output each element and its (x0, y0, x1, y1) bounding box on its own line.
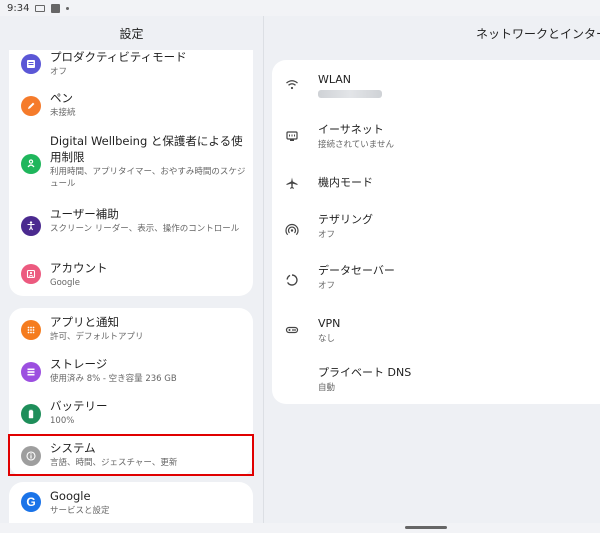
gesture-handle[interactable] (405, 526, 447, 529)
system-highlight-box (8, 434, 254, 476)
settings-item-subtitle: 使用済み 8% - 空き容量 236 GB (50, 374, 177, 384)
navigation-bar (0, 523, 600, 533)
settings-item-title: ユーザー補助 (50, 207, 119, 221)
ethernet-icon (284, 128, 300, 144)
settings-item-title: ペン (50, 91, 73, 105)
network-item-subtitle: オフ (318, 230, 336, 240)
settings-item-title: バッテリー (50, 399, 108, 413)
settings-item-title: アカウント (50, 261, 108, 275)
datasaver-icon (284, 272, 300, 288)
network-settings-card: WLAN イーサネット 接続されていません 機内モード テザリング オフ データ… (272, 60, 600, 404)
image-notification-icon (51, 3, 61, 13)
network-item-vpn[interactable]: VPN なし (272, 306, 600, 356)
settings-item-subtitle: Google (50, 278, 80, 288)
network-item-subtitle: なし (318, 334, 336, 344)
settings-card-personal: プロダクティビティモード オフ ペン 未接続 Digital Wellbeing… (9, 50, 253, 296)
settings-item-subtitle: 100% (50, 416, 75, 426)
settings-item-title: アプリと通知 (50, 315, 119, 329)
settings-item-title: プロダクティビティモード (50, 50, 187, 64)
settings-card-google: G Google サービスと設定 (9, 482, 253, 523)
settings-item-storage[interactable]: ストレージ 使用済み 8% - 空き容量 236 GB (9, 350, 253, 392)
settings-item-title: Google (50, 489, 91, 503)
settings-item-subtitle: オフ (50, 67, 68, 77)
network-item-title: WLAN (318, 73, 352, 86)
hotspot-icon (284, 222, 300, 238)
settings-item-digital-wellbeing[interactable]: Digital Wellbeing と保護者による使用制限 利用時間、アプリタイ… (9, 132, 253, 198)
settings-item-accessibility[interactable]: ユーザー補助 スクリーン リーダー、表示、操作のコントロール (9, 204, 253, 252)
list-icon (21, 54, 41, 74)
battery-icon (21, 404, 41, 424)
network-item-title: データセーバー (318, 264, 395, 277)
accessibility-icon (21, 216, 41, 236)
right-pane-title: ネットワークとインター (476, 26, 600, 41)
pen-icon (21, 96, 41, 116)
network-item-ethernet[interactable]: イーサネット 接続されていません (272, 110, 600, 160)
network-item-wlan[interactable]: WLAN (272, 60, 600, 110)
settings-item-google[interactable]: G Google サービスと設定 (9, 482, 253, 523)
apps-icon (21, 320, 41, 340)
network-item-title: テザリング (318, 213, 373, 226)
network-item-subtitle: オフ (318, 281, 336, 291)
settings-item-subtitle: 利用時間、アプリタイマー、おやすみ時間のスケジュール (50, 167, 246, 189)
settings-item-account[interactable]: アカウント Google (9, 258, 253, 296)
settings-item-battery[interactable]: バッテリー 100% (9, 392, 253, 434)
status-bar: 9:34 (0, 0, 600, 16)
mail-notification-icon (35, 4, 46, 12)
account-icon (21, 264, 41, 284)
settings-item-title: ストレージ (50, 357, 108, 371)
settings-item-subtitle: スクリーン リーダー、表示、操作のコントロール (50, 224, 240, 234)
settings-item-subtitle: 未接続 (50, 108, 76, 118)
settings-item-subtitle: サービスと設定 (50, 506, 110, 516)
network-item-title: 機内モード (318, 176, 373, 189)
settings-item-apps-notifications[interactable]: アプリと通知 許可、デフォルトアプリ (9, 308, 253, 350)
airplane-icon (284, 175, 300, 191)
network-item-title: イーサネット (318, 123, 384, 136)
network-item-tethering[interactable]: テザリング オフ (272, 206, 600, 256)
network-item-title: プライベート DNS (318, 366, 412, 379)
more-notifications-icon (66, 6, 70, 10)
vpn-icon (284, 322, 300, 338)
network-item-private-dns[interactable]: プライベート DNS 自動 (272, 356, 600, 404)
network-item-title: VPN (318, 317, 341, 330)
pane-divider (263, 16, 264, 523)
settings-item-title: Digital Wellbeing と保護者による使用制限 (50, 134, 243, 164)
wellbeing-icon (21, 154, 41, 174)
wifi-icon (284, 77, 300, 93)
wlan-ssid-blurred (318, 90, 382, 98)
storage-icon (21, 362, 41, 382)
left-pane-title: 設定 (119, 26, 144, 41)
network-item-subtitle: 自動 (318, 383, 336, 393)
settings-item-productivity-mode[interactable]: プロダクティビティモード オフ (9, 50, 253, 86)
settings-item-subtitle: 許可、デフォルトアプリ (50, 332, 144, 342)
status-time: 9:34 (7, 2, 30, 14)
settings-item-pen[interactable]: ペン 未接続 (9, 88, 253, 126)
network-item-data-saver[interactable]: データセーバー オフ (272, 256, 600, 306)
google-icon: G (21, 492, 41, 512)
network-item-airplane-mode[interactable]: 機内モード (272, 160, 600, 206)
network-item-subtitle: 接続されていません (318, 140, 394, 150)
